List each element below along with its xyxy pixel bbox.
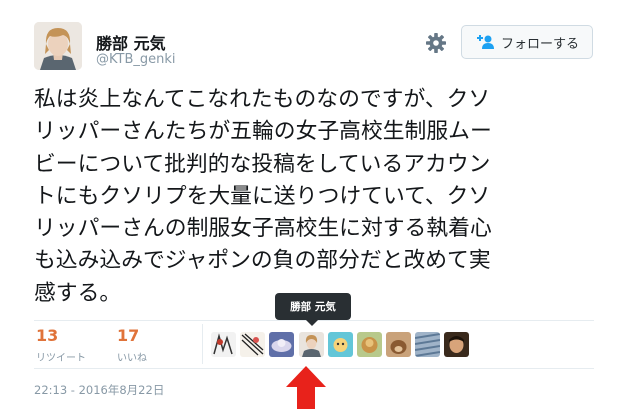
liker-avatar[interactable] xyxy=(211,332,236,357)
tweet-card: 勝部 元気 @KTB_genki フォローする 私は炎上なんてこなれたものなので… xyxy=(0,0,630,409)
liker-avatar[interactable] xyxy=(444,332,469,357)
liker-avatar[interactable] xyxy=(415,332,440,357)
liker-avatar[interactable] xyxy=(269,332,294,357)
arrow-up-icon xyxy=(286,366,326,409)
likes-count: 17 xyxy=(117,326,140,345)
stats-divider xyxy=(202,324,203,364)
gear-icon[interactable] xyxy=(424,31,448,55)
person-plus-icon xyxy=(476,35,494,49)
liker-avatar[interactable] xyxy=(240,332,265,357)
liker-tooltip: 勝部 元気 xyxy=(275,293,351,326)
retweet-stat[interactable]: 13 リツイート xyxy=(36,326,86,365)
retweet-label: リツイート xyxy=(36,353,86,364)
user-handle[interactable]: @KTB_genki xyxy=(96,52,176,67)
likes-stat[interactable]: 17 いいね xyxy=(117,326,147,365)
liker-avatar[interactable] xyxy=(386,332,411,357)
liker-avatar[interactable] xyxy=(357,332,382,357)
liker-avatar[interactable] xyxy=(328,332,353,357)
user-name[interactable]: 勝部 元気 xyxy=(96,30,166,54)
liker-avatar-highlighted[interactable] xyxy=(299,332,324,357)
follow-button-label: フォローする xyxy=(500,36,579,52)
tweet-text: 私は炎上なんてこなれたものなのですが、クソ リッパーさんたちが五輪の女子高校生制… xyxy=(34,87,492,306)
tweet-timestamp[interactable]: 22:13 - 2016年8月22日 xyxy=(34,382,164,398)
avatar[interactable] xyxy=(34,22,82,70)
follow-button[interactable]: フォローする xyxy=(461,25,593,59)
likes-label: いいね xyxy=(117,353,147,364)
retweet-count: 13 xyxy=(36,326,59,345)
